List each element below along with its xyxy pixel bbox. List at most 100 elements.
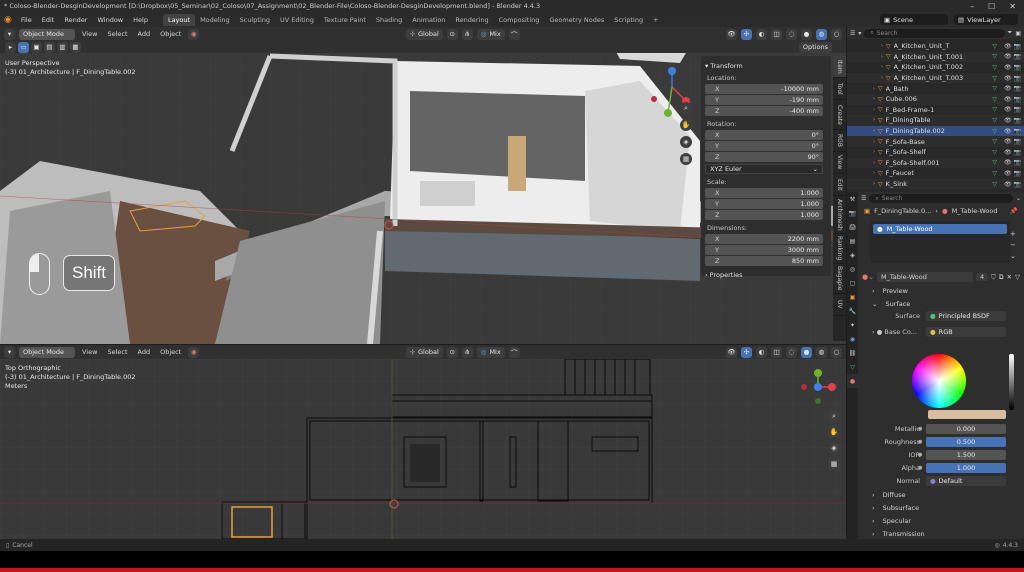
tab-uv-editing[interactable]: UV Editing xyxy=(275,14,319,26)
outliner-item[interactable]: › ▽ A_Kitchen_Unit_T.001 ▽ 👁 📷 xyxy=(847,51,1024,63)
dimensions-z-field[interactable]: Z 850 mm xyxy=(705,256,823,266)
location-z-field[interactable]: Z -400 mm xyxy=(705,106,823,116)
rotation-y-field[interactable]: Y 0° xyxy=(705,141,823,151)
tool-tab-icon[interactable]: ⚒ xyxy=(847,192,858,206)
world-tab-icon[interactable]: ◎ xyxy=(847,262,858,276)
outliner-item[interactable]: › ▽ F_Sofa-Shelf.001 ▽ 👁 📷 xyxy=(847,157,1024,169)
shading-solid-icon[interactable]: ● xyxy=(801,28,812,40)
shading-material-icon[interactable]: ◍ xyxy=(816,28,827,40)
pivot-icon[interactable]: ⊙ xyxy=(446,28,458,40)
collapsed-panel-header[interactable]: › Specular xyxy=(858,514,1024,527)
material-browse-icon[interactable]: ●⌄ xyxy=(862,273,874,281)
visibility-eye-icon[interactable]: 👁 📷 xyxy=(1000,43,1024,50)
visibility-eye-icon[interactable]: 👁 📷 xyxy=(1000,75,1024,82)
collapsed-panel-header[interactable]: › Subsurface xyxy=(858,501,1024,514)
expand-arrow-icon[interactable]: › xyxy=(873,86,875,92)
add-workspace-button[interactable]: + xyxy=(648,14,663,26)
rotation-x-field[interactable]: X 0° xyxy=(705,130,823,140)
tab-archimesh[interactable]: Archimesh xyxy=(833,196,846,234)
menu-help[interactable]: Help xyxy=(128,16,153,24)
tab-bagapie[interactable]: Bagapie xyxy=(833,264,846,294)
select-invert-icon[interactable]: ▥ xyxy=(57,41,68,53)
minimize-button[interactable]: – xyxy=(970,2,974,11)
select-tool-icon[interactable]: ▸ xyxy=(5,41,16,53)
camera-view-icon-bottom[interactable]: ◈ xyxy=(828,442,840,454)
visibility-eye-icon[interactable]: 👁 📷 xyxy=(1000,181,1024,188)
expand-arrow-icon[interactable]: › xyxy=(881,54,883,60)
view-layer-selector[interactable]: ▤ ViewLayer xyxy=(954,14,1018,25)
transform-orientation-dropdown[interactable]: ⊹ Global xyxy=(405,28,443,40)
scale-z-field[interactable]: Z 1.000 xyxy=(705,210,823,220)
tab-edit[interactable]: Edit xyxy=(833,174,846,196)
proportional-mix-dropdown-bottom[interactable]: ◎ Mix xyxy=(476,346,505,358)
dimensions-y-field[interactable]: Y 3000 mm xyxy=(705,245,823,255)
proportional-mix-dropdown[interactable]: ◎ Mix xyxy=(476,28,505,40)
options-dropdown[interactable]: Options xyxy=(798,41,832,53)
camera-view-icon[interactable]: ◈ xyxy=(680,136,692,148)
falloff-icon[interactable]: ⌒ xyxy=(508,28,520,40)
shading-wire-icon[interactable]: ◌ xyxy=(786,28,797,40)
zoom-icon[interactable]: ⌕ xyxy=(680,102,692,114)
maximize-button[interactable]: ☐ xyxy=(988,2,995,11)
menu-render[interactable]: Render xyxy=(59,16,92,24)
scene-selector[interactable]: ▣ Scene xyxy=(880,14,948,25)
visibility-eye-icon[interactable]: 👁 📷 xyxy=(1000,64,1024,71)
collection-tab-icon[interactable]: ▢ xyxy=(847,276,858,290)
tab-rendering[interactable]: Rendering xyxy=(450,14,493,26)
fake-user-shield-icon[interactable]: ⛉ xyxy=(991,273,996,282)
overlay-toggle-icon[interactable]: ◉ xyxy=(188,28,200,40)
shading-rendered-icon[interactable]: ○ xyxy=(831,28,842,40)
select-menu-bottom[interactable]: Select xyxy=(104,348,130,356)
expand-arrow-icon[interactable]: › xyxy=(881,75,883,81)
perspective-toggle-icon-bottom[interactable]: ▦ xyxy=(828,458,840,470)
dimensions-x-field[interactable]: X 2200 mm xyxy=(705,234,823,244)
editor-type-icon-bottom[interactable]: ▾ xyxy=(4,346,15,358)
tab-uv[interactable]: UV xyxy=(833,294,846,316)
outliner-item[interactable]: › ▽ A_Bath ▽ 👁 📷 xyxy=(847,83,1024,94)
view-menu[interactable]: View xyxy=(79,30,100,38)
panel-options-icon[interactable]: ⌄ xyxy=(1016,195,1021,202)
material-slot-item[interactable]: ● M_Table-Wood xyxy=(873,224,1007,234)
outliner-item[interactable]: › ▽ A_Kitchen_Unit_T.002 ▽ 👁 📷 xyxy=(847,62,1024,73)
snap-icon-bottom[interactable]: ⋔ xyxy=(461,346,473,358)
gizmo-toggle-icon-bottom[interactable]: ✣ xyxy=(741,346,752,358)
tab-modeling[interactable]: Modeling xyxy=(195,14,235,26)
new-collection-icon[interactable]: ▣ xyxy=(1015,30,1021,37)
select-box-icon[interactable]: ▭ xyxy=(18,41,29,53)
shading-material-icon-bottom[interactable]: ◍ xyxy=(816,346,827,358)
select-extend-icon[interactable]: ▣ xyxy=(31,41,42,53)
add-slot-button[interactable]: + xyxy=(1010,230,1016,238)
object-menu[interactable]: Object xyxy=(157,30,184,38)
viewport-bottom[interactable]: Top Orthographic (-3) 01_Architecture | … xyxy=(0,359,846,539)
slot-menu-chevron-icon[interactable]: ⌄ xyxy=(1010,252,1016,260)
menu-window[interactable]: Window xyxy=(92,16,128,24)
tab-view[interactable]: View xyxy=(833,152,846,174)
location-x-field[interactable]: X -10000 mm xyxy=(705,84,823,94)
tab-tool[interactable]: Tool xyxy=(833,78,846,100)
transform-orientation-dropdown-bottom[interactable]: ⊹ Global xyxy=(405,346,443,358)
outliner-item[interactable]: › ▽ F_Bed-Frame-1 ▽ 👁 📷 xyxy=(847,105,1024,116)
rotation-z-field[interactable]: Z 90° xyxy=(705,152,823,162)
properties-subpanel-header[interactable]: › Properties xyxy=(705,271,827,279)
outliner-item[interactable]: › ▽ A_Kitchen_Unit_T ▽ 👁 📷 xyxy=(847,41,1024,52)
expand-arrow-icon[interactable]: › xyxy=(873,96,875,102)
visibility-eye-icon[interactable]: 👁 📷 xyxy=(1000,53,1024,60)
outliner-item[interactable]: › ▽ F_DiningTable.002 ▽ 👁 📷 xyxy=(847,125,1024,137)
expand-arrow-icon[interactable]: › xyxy=(873,149,875,155)
modifier-tab-icon[interactable]: 🔧 xyxy=(847,304,858,318)
rotation-mode-dropdown[interactable]: XYZ Euler ⌄ xyxy=(705,164,823,174)
user-count[interactable]: 4 xyxy=(976,273,989,281)
view-menu-bottom[interactable]: View xyxy=(79,348,100,356)
menu-file[interactable]: File xyxy=(16,16,37,24)
visibility-icon-bottom[interactable]: 👁 xyxy=(726,346,737,358)
tab-shading[interactable]: Shading xyxy=(371,14,407,26)
node-link-icon[interactable]: ▽ xyxy=(1015,273,1020,281)
physics-tab-icon[interactable]: ◉ xyxy=(847,332,858,346)
outliner-item[interactable]: › ▽ A_Kitchen_Unit_T.003 ▽ 👁 📷 xyxy=(847,72,1024,84)
funnel-icon[interactable]: ⏷ xyxy=(1008,29,1013,37)
render-tab-icon[interactable]: 📷 xyxy=(847,206,858,220)
pan-hand-icon[interactable]: ✋ xyxy=(680,119,692,131)
visibility-eye-icon[interactable]: 👁 📷 xyxy=(1000,128,1024,135)
properties-search-input[interactable]: ⌕ Search xyxy=(869,194,1013,203)
outliner-editor-icon[interactable]: ☰ xyxy=(850,30,855,37)
